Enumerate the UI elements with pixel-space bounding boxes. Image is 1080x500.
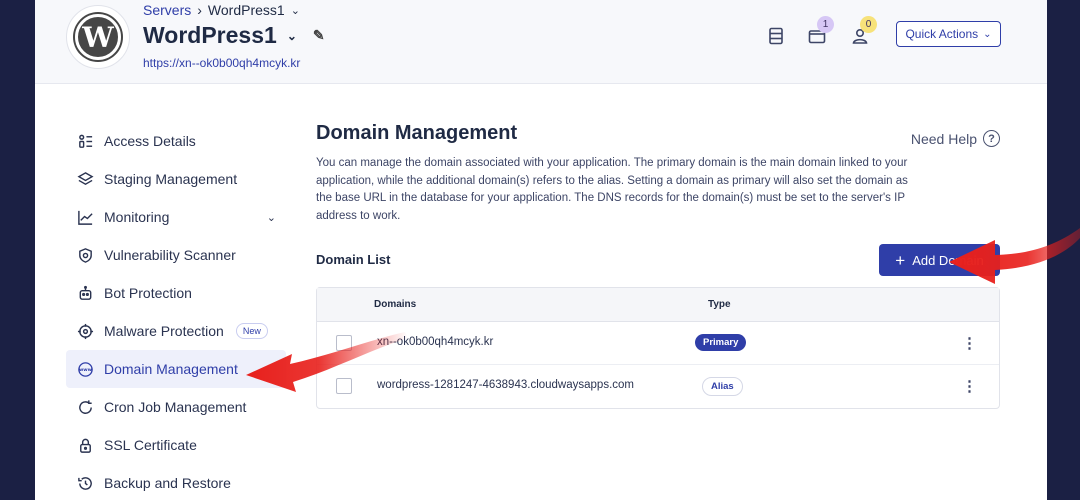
section-title: Domain Management [316,122,518,144]
crosshair-icon [76,322,94,340]
main-content: Domain Management Need Help ? You can ma… [316,122,1000,409]
sidebar-item-label: Bot Protection [104,285,192,301]
breadcrumb-separator: › [197,2,202,18]
sidebar-item-monitoring[interactable]: Monitoring ⌄ [66,198,286,236]
app-header: W Servers › WordPress1 ⌄ WordPress1 ⌄ ✎ … [35,0,1047,84]
layers-icon [76,170,94,188]
primary-type-badge: Primary [695,334,747,351]
sidebar-item-label: SSL Certificate [104,437,197,453]
sidebar-item-label: Vulnerability Scanner [104,247,236,263]
left-frame [0,0,35,500]
projects-count-badge: 1 [817,16,834,33]
pencil-icon[interactable]: ✎ [313,27,325,44]
column-header-domains: Domains [374,299,417,310]
question-circle-icon: ? [983,130,1000,147]
alias-type-badge: Alias [702,377,743,396]
sidebar-item-cron-job-management[interactable]: Cron Job Management [66,388,286,426]
chevron-down-icon: ⌄ [983,28,992,40]
robot-icon [76,284,94,302]
add-domain-button[interactable]: + Add Domain [879,244,1000,276]
wordpress-logo-mark: W [75,14,121,60]
sidebar-item-label: Staging Management [104,171,238,187]
more-options-icon[interactable]: ⋮ [962,334,977,352]
svg-text:www: www [78,368,92,373]
folder-icon[interactable]: 1 [807,16,834,46]
row-checkbox[interactable] [336,378,352,394]
app-title-row: WordPress1 ⌄ ✎ [143,22,325,49]
refresh-icon [76,398,94,416]
need-help-label: Need Help [910,130,977,147]
sidebar-item-vulnerability-scanner[interactable]: Vulnerability Scanner [66,236,286,274]
shield-scan-icon [76,246,94,264]
domain-list-title: Domain List [316,252,391,267]
add-domain-label: Add Domain [912,252,984,268]
sidebar-item-bot-protection[interactable]: Bot Protection [66,274,286,312]
section-description: You can manage the domain associated wit… [316,157,908,222]
sidebar-nav: Access Details Staging Management Monito… [66,122,286,500]
plus-icon: + [895,250,906,270]
servers-icon[interactable] [766,26,786,46]
new-badge: New [235,323,268,339]
sidebar-item-malware-protection[interactable]: Malware Protection New [66,312,286,350]
table-row: wordpress-1281247-4638943.cloudwaysapps.… [317,365,999,408]
app-url-link[interactable]: https://xn--ok0b00qh4mcyk.kr [143,56,300,70]
table-header: Domains Type [317,288,999,322]
chevron-down-icon[interactable]: ⌄ [291,4,300,17]
page-title: WordPress1 [143,22,277,48]
chevron-down-icon[interactable]: ⌄ [267,211,276,224]
domain-cell: wordpress-1281247-4638943.cloudwaysapps.… [377,379,634,391]
sidebar-item-label: Monitoring [104,209,170,225]
sidebar-item-label: Malware Protection [104,323,224,339]
sidebar-item-backup-and-restore[interactable]: Backup and Restore [66,464,286,500]
more-options-icon[interactable]: ⋮ [962,377,977,395]
domain-table: Domains Type xn--ok0b00qh4mcyk.kr Primar… [316,287,1000,409]
sidebar-item-label: Domain Management [104,361,238,377]
need-help-link[interactable]: Need Help ? [911,130,1000,147]
user-icon[interactable]: 0 [850,16,877,46]
access-details-icon [76,132,94,150]
wordpress-logo: W [66,5,130,69]
sidebar-item-staging-management[interactable]: Staging Management [66,160,286,198]
breadcrumb: Servers › WordPress1 ⌄ [143,2,300,18]
domain-cell: xn--ok0b00qh4mcyk.kr [377,336,494,348]
quick-actions-button[interactable]: Quick Actions ⌄ [896,21,1001,47]
sidebar-item-access-details[interactable]: Access Details [66,122,286,160]
lock-icon [76,436,94,454]
row-checkbox[interactable] [336,335,352,351]
restore-icon [76,474,94,492]
www-icon: www [76,360,94,378]
breadcrumb-current[interactable]: WordPress1 [208,2,285,18]
quick-actions-label: Quick Actions [905,27,979,41]
sidebar-item-label: Cron Job Management [104,399,247,415]
sidebar-item-domain-management[interactable]: www Domain Management [66,350,286,388]
app-window: W Servers › WordPress1 ⌄ WordPress1 ⌄ ✎ … [35,0,1047,500]
chart-line-icon [76,208,94,226]
breadcrumb-servers-link[interactable]: Servers [143,2,191,18]
chevron-down-icon[interactable]: ⌄ [287,29,297,43]
sidebar-item-ssl-certificate[interactable]: SSL Certificate [66,426,286,464]
right-frame [1047,0,1080,500]
members-count-badge: 0 [860,16,877,33]
table-row: xn--ok0b00qh4mcyk.kr Primary ⋮ [317,322,999,365]
sidebar-item-label: Backup and Restore [104,475,231,491]
column-header-type: Type [708,299,731,310]
sidebar-item-label: Access Details [104,133,196,149]
